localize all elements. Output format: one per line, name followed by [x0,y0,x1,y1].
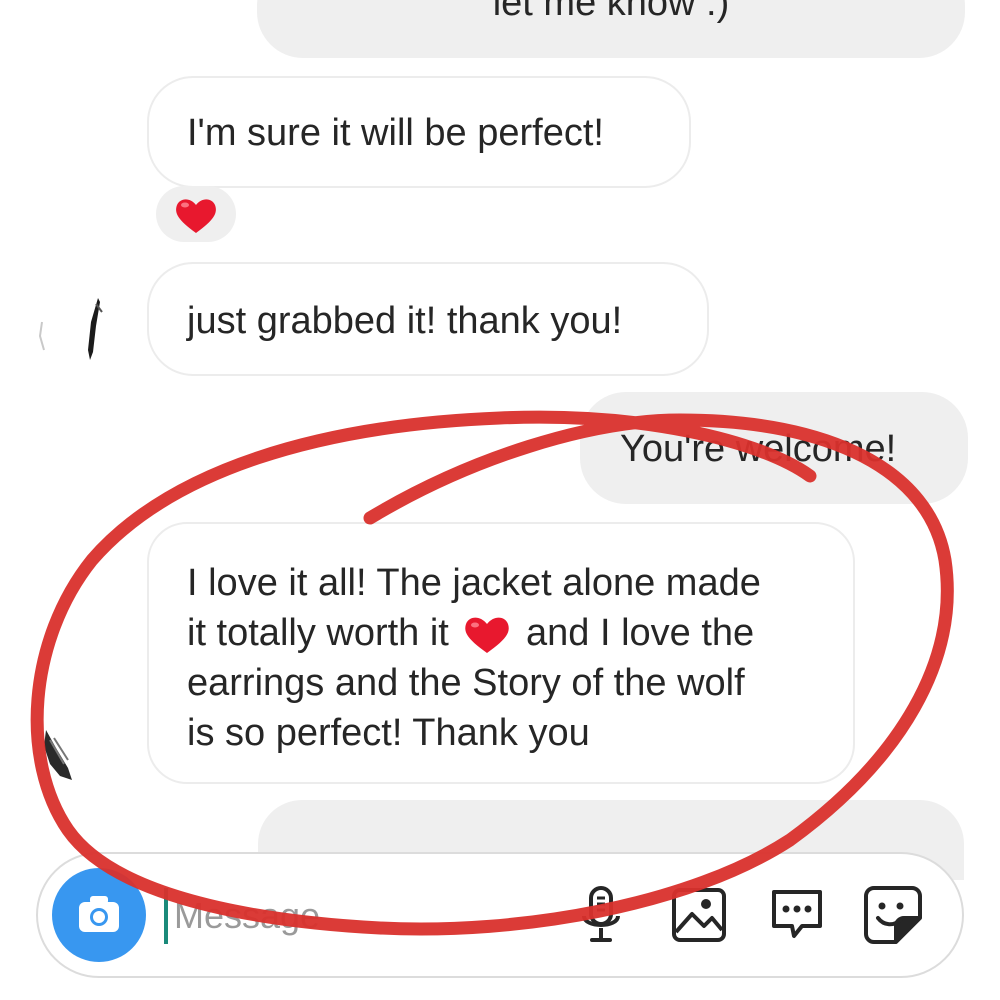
message-text-fragment: it totally worth it [187,612,449,654]
message-text-line: is so perfect! Thank you [187,712,590,754]
reaction-badge[interactable] [156,186,236,242]
message-text-line: I love it all! The jacket alone made [187,562,761,604]
avatar [44,730,72,780]
message-composer [36,852,964,978]
microphone-icon[interactable] [568,882,634,948]
message-text: just grabbed it! thank you! [187,300,623,342]
avatar [38,298,103,360]
sticker-icon[interactable] [860,882,926,948]
message-text: You're welcome! [620,428,897,470]
message-text: let me know :) [492,0,730,24]
outgoing-message-bubble[interactable]: You're welcome! [580,392,968,504]
heart-emoji-icon [176,199,216,233]
heart-emoji-icon [465,617,510,653]
chat-bubble-icon[interactable] [764,882,830,948]
message-text: I'm sure it will be perfect! [187,112,604,154]
text-cursor [164,888,168,944]
incoming-message-bubble[interactable]: just grabbed it! thank you! [147,262,709,376]
outgoing-message-bubble[interactable]: let me know :) [257,0,965,58]
incoming-message-bubble[interactable]: I love it all! The jacket alone made it … [147,522,855,784]
camera-button[interactable] [52,868,146,962]
message-text-line: earrings and the Story of the wolf [187,662,745,704]
message-text-fragment: and I love the [526,612,755,654]
camera-icon [79,896,119,932]
incoming-message-bubble[interactable]: I'm sure it will be perfect! [147,76,691,188]
message-text-line: it totally worth it and I love the [187,608,833,658]
message-input[interactable] [172,882,556,950]
gallery-icon[interactable] [666,882,732,948]
